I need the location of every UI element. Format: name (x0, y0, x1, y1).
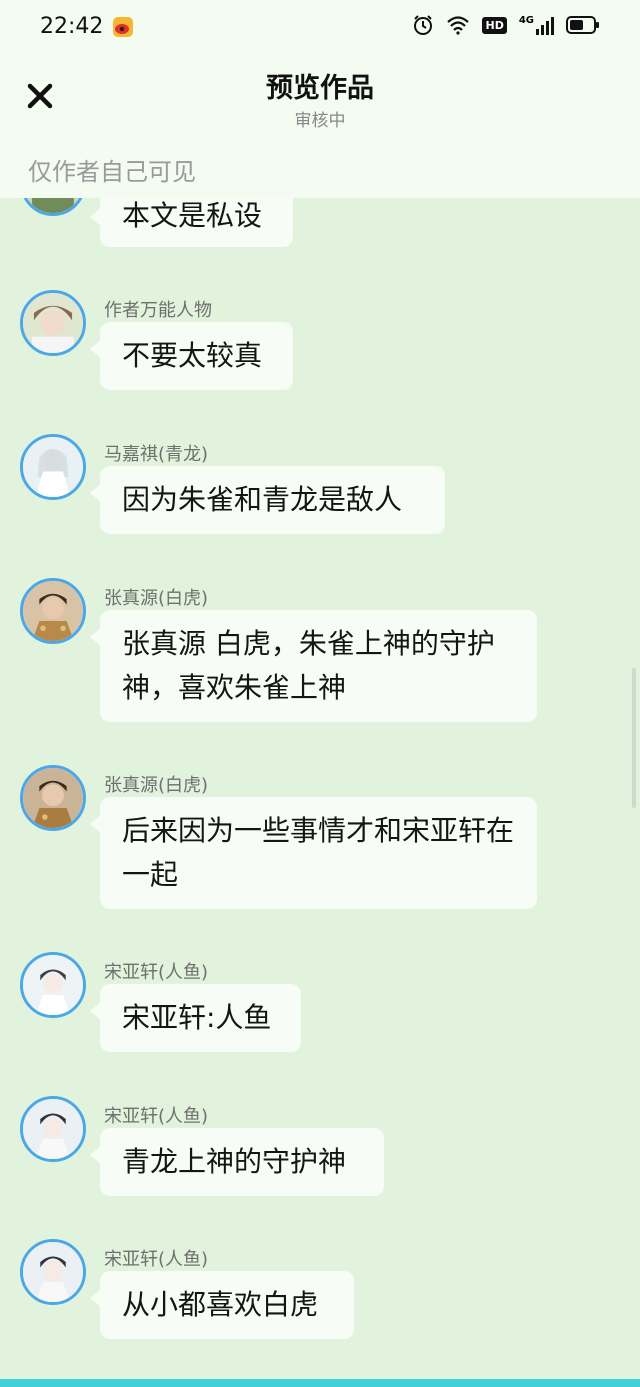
sender-name: 马嘉祺(青龙) (104, 444, 209, 465)
chat-list[interactable]: 本文是私设 作者万能人物 不要太较真 马嘉祺(青龙) 因为朱雀和青龙是敌人 张真… (0, 198, 640, 1379)
message-bubble: 后来因为一些事情才和宋亚轩在一起 (90, 797, 537, 909)
sender-name: 张真源(白虎) (104, 775, 209, 796)
bottom-accent-bar (0, 1379, 640, 1387)
message-bubble: 本文是私设 (90, 198, 293, 247)
weibo-icon (113, 17, 133, 37)
battery-icon (566, 16, 599, 34)
sender-name: 宋亚轩(人鱼) (104, 1106, 209, 1127)
review-status: 审核中 (294, 111, 346, 131)
avatar[interactable] (20, 1239, 86, 1305)
sender-name: 宋亚轩(人鱼) (104, 962, 209, 983)
sender-name: 宋亚轩(人鱼) (104, 1249, 209, 1270)
avatar[interactable] (20, 290, 86, 356)
message-bubble: 从小都喜欢白虎 (90, 1271, 354, 1339)
message-bubble: 不要太较真 (90, 322, 293, 390)
sender-name: 作者万能人物 (104, 300, 212, 321)
avatar[interactable] (20, 1096, 86, 1162)
preview-header: 预览作品 审核中 仅作者自己可见 (0, 56, 640, 198)
network-type: 4G (518, 15, 534, 26)
hd-badge: HD (482, 16, 507, 34)
wifi-icon (447, 16, 470, 35)
sender-name: 张真源(白虎) (104, 588, 209, 609)
page-title: 预览作品 (266, 73, 374, 104)
clock: 22:42 (40, 14, 104, 39)
message-bubble: 张真源 白虎，朱雀上神的守护神，喜欢朱雀上神 (90, 610, 537, 722)
message-bubble: 因为朱雀和青龙是敌人 (90, 466, 445, 534)
status-bar: 22:42 HD 4G (0, 0, 640, 56)
visibility-note: 仅作者自己可见 (28, 158, 196, 186)
avatar[interactable] (20, 578, 86, 644)
message-bubble: 青龙上神的守护神 (90, 1128, 384, 1196)
avatar[interactable] (20, 434, 86, 500)
message-bubble: 宋亚轩:人鱼 (90, 984, 301, 1052)
avatar[interactable] (20, 952, 86, 1018)
avatar[interactable] (20, 198, 86, 216)
signal-icon: 4G (519, 15, 554, 35)
avatar[interactable] (20, 765, 86, 831)
scrollbar[interactable] (632, 668, 636, 808)
alarm-icon (414, 15, 433, 35)
